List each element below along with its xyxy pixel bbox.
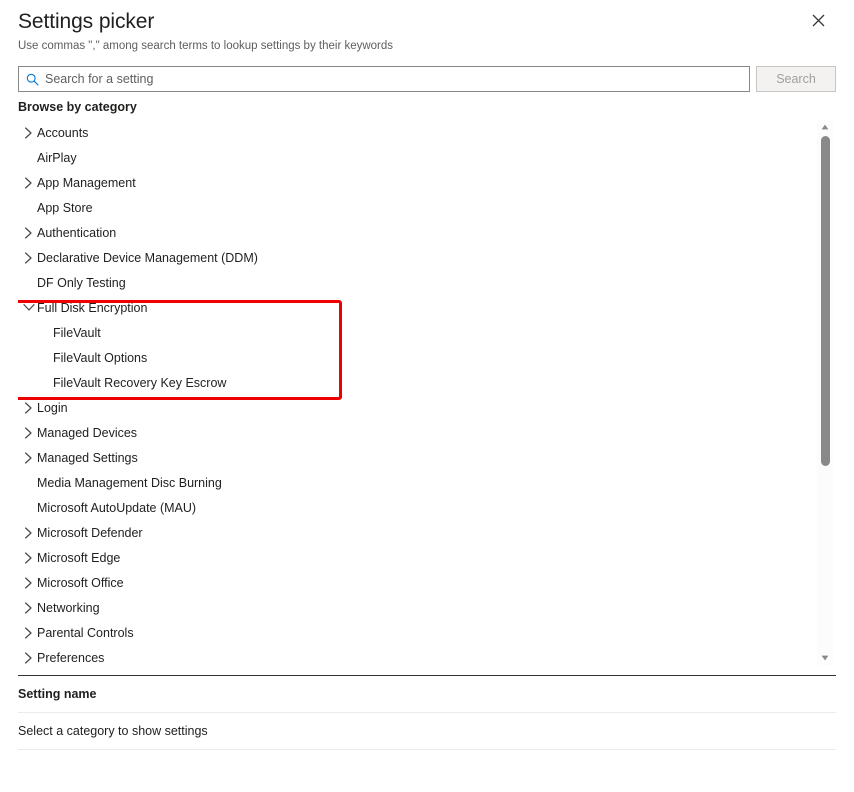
category-item[interactable]: App Store [18,195,806,220]
category-item-label: Microsoft AutoUpdate (MAU) [37,500,197,515]
category-item[interactable]: Preferences [18,645,806,670]
category-item-label: AirPlay [37,150,77,165]
category-item[interactable]: App Management [18,170,806,195]
category-item[interactable]: Microsoft AutoUpdate (MAU) [18,495,806,520]
chevron-right-icon[interactable] [20,601,37,614]
chevron-right-icon[interactable] [20,176,37,189]
category-item-label: Microsoft Defender [37,525,143,540]
category-item-label: Networking [37,600,100,615]
search-button[interactable]: Search [756,66,836,92]
category-item[interactable]: Declarative Device Management (DDM) [18,245,806,270]
category-item-label: Login [37,400,68,415]
scrollbar-track[interactable] [817,134,833,651]
chevron-right-icon[interactable] [20,251,37,264]
chevron-right-icon[interactable] [20,401,37,414]
category-list-region: Accounts AirPlay App Management App Store Au… [18,120,836,676]
dialog-header: Settings picker Use commas "," among sea… [0,0,854,54]
category-item[interactable]: DF Only Testing [18,270,806,295]
category-item-label: App Store [37,200,93,215]
chevron-right-icon[interactable] [20,226,37,239]
browse-by-category-label: Browse by category [18,100,137,114]
category-item-label: Parental Controls [37,625,134,640]
chevron-right-icon[interactable] [20,126,37,139]
close-icon [812,14,825,27]
category-item[interactable]: AirPlay [18,145,806,170]
search-icon [26,73,39,86]
chevron-right-icon[interactable] [20,626,37,639]
detail-empty-message: Select a category to show settings [18,713,836,750]
category-item[interactable]: FileVault Recovery Key Escrow [18,370,806,395]
category-item[interactable]: Managed Settings [18,445,806,470]
dialog-subtitle: Use commas "," among search terms to loo… [18,40,394,52]
category-item-label: DF Only Testing [37,275,126,290]
category-list: Accounts AirPlay App Management App Store Au… [18,120,806,675]
category-item-label: Full Disk Encryption [37,300,148,315]
category-item[interactable]: Full Disk Encryption [18,295,806,320]
category-item-label: Microsoft Edge [37,550,121,565]
category-item[interactable]: Login [18,395,806,420]
category-item-label: Declarative Device Management (DDM) [37,250,258,265]
close-button[interactable] [804,6,832,34]
category-item[interactable]: Microsoft Office [18,570,806,595]
category-item[interactable]: FileVault [18,320,806,345]
chevron-right-icon[interactable] [20,451,37,464]
category-item-label: FileVault Options [53,350,148,365]
category-list-scrollbar[interactable] [817,120,833,665]
search-row: Search [18,66,836,92]
category-item-label: Authentication [37,225,117,240]
category-item-label: App Management [37,175,136,190]
category-item[interactable]: Media Management Disc Burning [18,470,806,495]
detail-column-header: Setting name [18,676,836,713]
category-item[interactable]: Authentication [18,220,806,245]
category-item-label: Managed Settings [37,450,138,465]
category-item[interactable]: Networking [18,595,806,620]
category-item[interactable]: FileVault Options [18,345,806,370]
category-item[interactable]: Managed Devices [18,420,806,445]
search-box[interactable] [18,66,750,92]
category-item[interactable]: Microsoft Defender [18,520,806,545]
category-item-label: FileVault Recovery Key Escrow [53,375,227,390]
category-item-label: Accounts [37,125,89,140]
category-item[interactable]: Microsoft Edge [18,545,806,570]
chevron-right-icon[interactable] [20,576,37,589]
settings-detail-table: Setting name Select a category to show s… [18,676,836,750]
category-item-label: Microsoft Office [37,575,124,590]
category-item[interactable]: Accounts [18,120,806,145]
search-input[interactable] [45,68,749,90]
chevron-right-icon[interactable] [20,651,37,664]
page-title: Settings picker [18,10,155,33]
scroll-up-arrow-icon[interactable] [817,120,833,134]
category-item[interactable]: Parental Controls [18,620,806,645]
chevron-down-icon[interactable] [20,303,37,312]
scroll-down-arrow-icon[interactable] [817,651,833,665]
chevron-right-icon[interactable] [20,426,37,439]
category-item-label: Media Management Disc Burning [37,475,222,490]
category-item-label: Managed Devices [37,425,138,440]
category-item-label: Preferences [37,650,105,665]
category-item-label: FileVault [53,325,101,340]
scrollbar-thumb[interactable] [821,136,830,466]
chevron-right-icon[interactable] [20,526,37,539]
chevron-right-icon[interactable] [20,551,37,564]
